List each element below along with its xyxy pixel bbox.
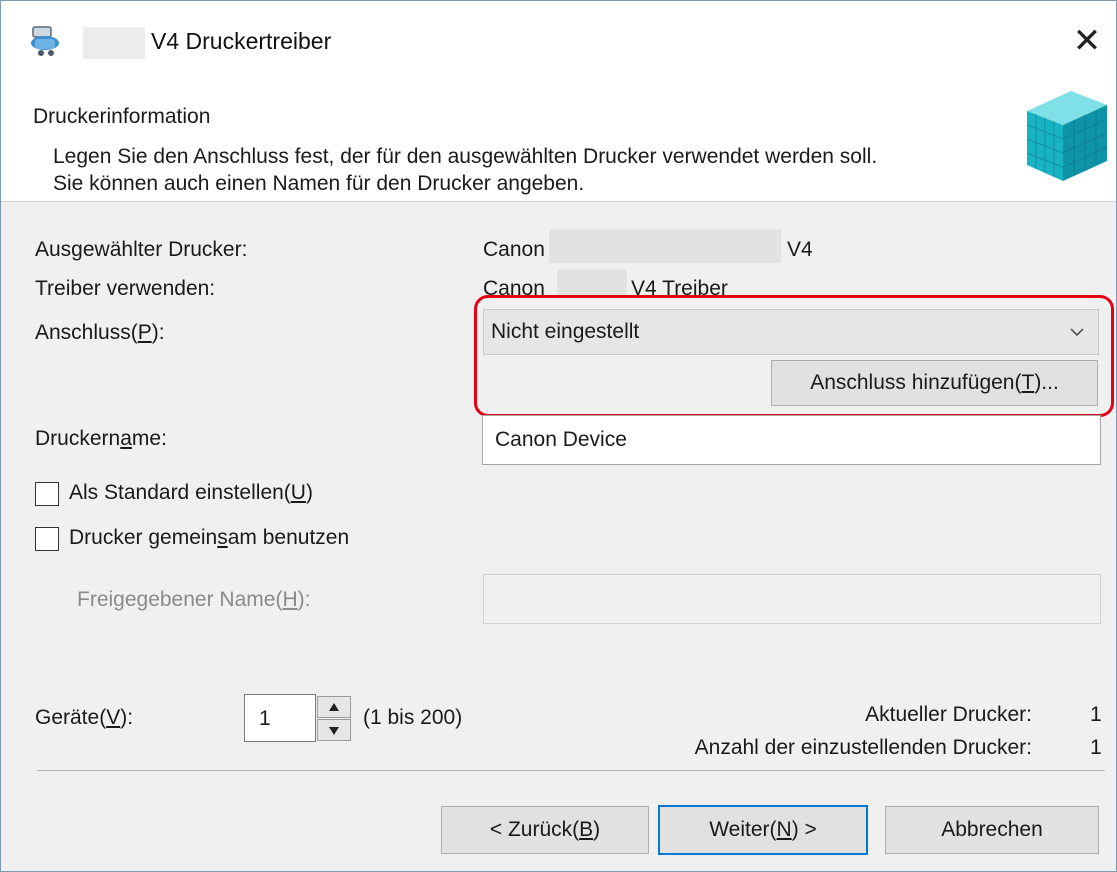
share-printer-label[interactable]: Drucker gemeinsam benutzen: [69, 526, 349, 550]
current-printer-value: 1: [1090, 703, 1102, 726]
caret-down-icon: [329, 727, 339, 735]
port-dropdown[interactable]: Nicht eingestellt: [483, 309, 1099, 355]
printer-name-value: Canon Device: [495, 428, 627, 451]
driver-redacted: [557, 269, 627, 297]
set-default-checkbox[interactable]: [35, 482, 59, 506]
caret-up-icon: [329, 703, 339, 711]
header-description: Legen Sie den Anschluss fest, der für de…: [53, 143, 877, 197]
selected-printer-prefix: Canon: [483, 238, 545, 261]
wizard-header: Druckerinformation Legen Sie den Anschlu…: [1, 83, 1116, 202]
current-printer-label: Aktueller Drucker:: [865, 703, 1032, 726]
printer-setup-icon: [31, 26, 59, 56]
port-label: Anschluss(P):: [35, 321, 165, 344]
selected-printer-suffix: V4: [787, 238, 813, 261]
printer-name-label: Druckername:: [35, 427, 167, 450]
spin-up-button[interactable]: [317, 696, 351, 718]
shared-name-label: Freigegebener Name(H):: [77, 588, 311, 611]
printer-name-input[interactable]: Canon Device: [482, 415, 1101, 465]
printer-count-label: Anzahl der einzustellenden Drucker:: [694, 736, 1032, 759]
driver-prefix: Canon: [483, 277, 545, 300]
header-title: Druckerinformation: [33, 105, 211, 128]
printer-count-value: 1: [1090, 736, 1102, 759]
driver-label: Treiber verwenden:: [35, 277, 216, 300]
devices-range: (1 bis 200): [363, 706, 463, 729]
window-title: V4 Druckertreiber: [151, 28, 332, 54]
printer-driver-dialog: V4 Druckertreiber ✕ Druckerinformation L…: [0, 0, 1117, 872]
add-port-button[interactable]: Anschluss hinzufügen(T)...: [771, 360, 1098, 406]
next-button[interactable]: Weiter(N) >: [658, 805, 868, 855]
shared-name-input[interactable]: [483, 574, 1101, 624]
share-printer-checkbox[interactable]: [35, 527, 59, 551]
title-redacted-model: [83, 27, 145, 59]
port-dropdown-value: Nicht eingestellt: [491, 320, 640, 343]
set-default-label[interactable]: Als Standard einstellen(U): [69, 481, 313, 505]
cancel-button[interactable]: Abbrechen: [885, 806, 1099, 854]
selected-printer-redacted: [549, 229, 781, 263]
devices-label: Geräte(V):: [35, 706, 134, 729]
devices-count-value: 1: [259, 707, 271, 730]
footer-separator: [37, 770, 1105, 771]
spin-down-button[interactable]: [317, 719, 351, 741]
header-description-line-2: Sie können auch einen Namen für den Druc…: [53, 172, 585, 195]
devices-count-input[interactable]: 1: [244, 694, 316, 742]
chevron-down-icon: [1070, 328, 1084, 337]
driver-suffix: V4 Treiber: [631, 277, 728, 300]
title-bar: V4 Druckertreiber ✕: [1, 1, 1116, 83]
close-button[interactable]: ✕: [1067, 21, 1107, 61]
cube-stack-icon: [1026, 91, 1108, 181]
selected-printer-label: Ausgewählter Drucker:: [35, 238, 248, 261]
back-button[interactable]: < Zurück(B): [441, 806, 649, 854]
header-description-line-1: Legen Sie den Anschluss fest, der für de…: [53, 145, 878, 168]
